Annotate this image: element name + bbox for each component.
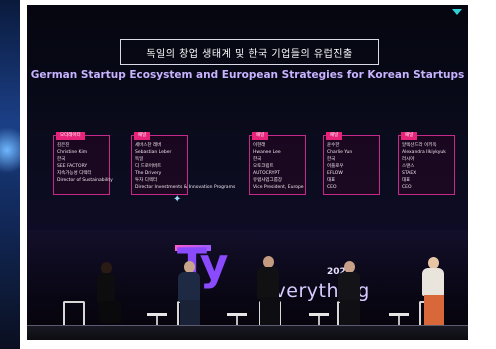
stage-floor [27,230,468,340]
speaker-info-line: STAEX [402,171,417,176]
stage-screen: 독일의 창업 생태계 및 한국 기업들의 유럽진출 German Startup… [27,5,468,230]
speaker-card: 패널윤수한 Charlie Yun 한국이플로우 EFLOW 대표 CEO [323,132,380,195]
speaker-info-line: Christine Kim [57,150,88,155]
speaker-info-line: CEO [402,185,412,190]
speaker-info-line: 대표 [327,178,336,183]
speaker-info-line: 이현래 [253,143,266,148]
conference-stage-photo: 독일의 창업 생태계 및 한국 기업들의 유럽진출 German Startup… [27,5,468,340]
sparkle-icon: ✦ [173,194,182,205]
speaker-role-tag: 모더레이터 [56,132,85,140]
session-title-english: German Startup Ecosystem and European St… [30,69,465,81]
speaker-info-line: 유럽사업그룹장 [253,178,282,183]
speaker-card: 패널알렉산드라 이키옥 Alexandra Ilkiykyuk 러시아스탠스 STAE… [398,132,455,195]
side-table [309,313,329,334]
speaker-info-line: 스탠스 [402,164,415,169]
speaker-info-line: 투자 디렉터 [135,178,158,183]
speaker-role-tag: 패널 [401,132,418,140]
speaker-info-line: Vice President, Europe [253,185,304,190]
speaker-info-line: Director of Sustainability [57,178,113,183]
speaker-info-line: EFLOW [327,171,343,176]
speaker-info-line: Director Investments & Innovation Progra… [135,185,236,190]
adjacent-photo-strip [0,0,20,349]
speaker-info-line: 한국 [57,157,66,162]
speaker-role-tag: 패널 [134,132,151,140]
speaker-card: 패널이현래 Hwanee Lee 한국오토크립트 AUTOCRYPT 유럽사업그룹장 Vi… [249,132,306,195]
speaker-info-line: Alexandra Ilkiykyuk [402,150,446,155]
speaker-info-line: 독일 [135,157,144,162]
speaker-info-line: 세바스찬 레버 [135,143,162,148]
speaker-role-tag: 패널 [326,132,343,140]
speaker-info-line: Charlie Yun [327,150,353,155]
speaker-info-line: 디 드로어버트 [135,164,162,169]
side-table [147,313,167,334]
speaker-info-line: SEE FACTORY [57,164,88,169]
speaker-info-line: 대표 [402,178,411,183]
speaker-card: 모더레이터김은진 Christine Kim 한국 SEE FACTORY 지속가능성 … [53,132,113,195]
speaker-info-line: Sebastian Leber [135,150,172,155]
speaker-info-line: Hwanee Lee [253,150,281,155]
speaker-info-line: The Drivery [135,171,162,176]
speaker-info-line: 지속가능성 디렉터 [57,171,92,176]
stage-edge [27,325,468,340]
speaker-info-line: CEO [327,185,337,190]
speaker-info-line: 한국 [253,157,262,162]
speaker-card: 패널세바스찬 레버 Sebastian Leber 독일디 드로어버트 The Dri… [131,132,235,195]
speaker-info-line: 김은진 [57,143,70,148]
speaker-role-tag: 패널 [252,132,269,140]
speaker-info-line: 윤수한 [327,143,340,148]
speaker-info-line: 이플로우 [327,164,344,169]
side-table [389,313,409,334]
speaker-info-line: 오토크립트 [253,164,274,169]
speaker-info-line: AUTOCRYPT [253,171,280,176]
corner-triangle-icon [452,9,462,15]
session-title-korean: 독일의 창업 생태계 및 한국 기업들의 유럽진출 [146,48,353,60]
speaker-info-line: 러시아 [402,157,415,162]
speaker-info-line: 알렉산드라 이키옥 [402,143,437,148]
speaker-info-line: 한국 [327,157,336,162]
side-table [227,313,247,334]
title-box: 독일의 창업 생태계 및 한국 기업들의 유럽진출 [120,39,379,65]
